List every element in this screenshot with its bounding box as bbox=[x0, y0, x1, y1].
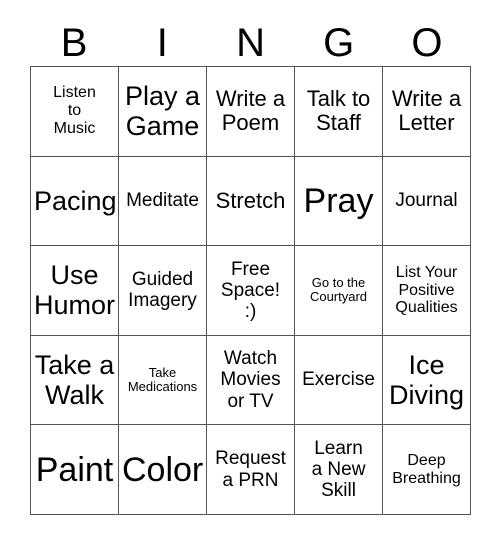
bingo-cell-label: Meditate bbox=[126, 190, 199, 212]
header-letter-g: G bbox=[323, 21, 355, 65]
bingo-cell[interactable]: Color bbox=[119, 425, 207, 515]
bingo-cell[interactable]: Play a Game bbox=[119, 67, 207, 157]
bingo-cell-label: Request a PRN bbox=[215, 448, 286, 491]
bingo-cell-free-space[interactable]: Free Space! :) bbox=[207, 246, 295, 336]
bingo-cell[interactable]: Ice Diving bbox=[383, 335, 471, 426]
bingo-cell[interactable]: Deep Breathing bbox=[383, 425, 471, 515]
bingo-cell-label: List Your Positive Qualities bbox=[395, 263, 458, 317]
bingo-cell-label: Pray bbox=[303, 181, 374, 220]
bingo-cell-label: Write a Poem bbox=[215, 85, 286, 136]
bingo-cell[interactable]: Use Humor bbox=[31, 246, 119, 336]
bingo-card: B I N G O Listen to Music Play a Game Wr… bbox=[0, 0, 500, 544]
bingo-cell-label: Guided Imagery bbox=[128, 269, 197, 312]
bingo-cell[interactable]: Pacing bbox=[31, 156, 119, 247]
bingo-cell[interactable]: Write a Poem bbox=[207, 67, 295, 157]
bingo-cell-label: Ice Diving bbox=[388, 349, 465, 411]
bingo-cell[interactable]: Talk to Staff bbox=[295, 67, 383, 157]
bingo-cell-label: Paint bbox=[35, 450, 114, 489]
bingo-cell-label: Deep Breathing bbox=[392, 451, 461, 487]
bingo-cell[interactable]: Paint bbox=[31, 425, 119, 515]
bingo-cell-label: Journal bbox=[395, 190, 458, 212]
bingo-cell[interactable]: Request a PRN bbox=[207, 425, 295, 515]
bingo-cell-label: Exercise bbox=[302, 369, 375, 391]
header-letter-n: N bbox=[236, 21, 265, 65]
header-letter-o: O bbox=[411, 21, 443, 65]
bingo-cell[interactable]: Stretch bbox=[207, 156, 295, 247]
bingo-cell-label: Listen to Music bbox=[53, 84, 96, 138]
bingo-cell[interactable]: Pray bbox=[295, 156, 383, 247]
bingo-header-row: B I N G O bbox=[30, 20, 471, 66]
bingo-grid: Listen to Music Play a Game Write a Poem… bbox=[30, 66, 471, 515]
bingo-cell-label: Write a Letter bbox=[391, 85, 462, 136]
bingo-cell-label: Pacing bbox=[34, 185, 117, 216]
bingo-cell-label: Go to the Courtyard bbox=[309, 274, 368, 305]
bingo-cell[interactable]: Take Medications bbox=[119, 335, 207, 426]
header-letter-i: I bbox=[156, 21, 168, 65]
bingo-cell-label: Watch Movies or TV bbox=[220, 348, 281, 412]
bingo-cell-label: Stretch bbox=[215, 187, 286, 213]
bingo-cell[interactable]: Watch Movies or TV bbox=[207, 335, 295, 426]
bingo-cell[interactable]: Write a Letter bbox=[383, 67, 471, 157]
bingo-cell-label: Free Space! :) bbox=[220, 258, 281, 323]
bingo-cell-label: Learn a New Skill bbox=[311, 437, 366, 502]
bingo-cell-label: Color bbox=[122, 450, 204, 489]
header-letter-b: B bbox=[60, 21, 88, 65]
bingo-cell-label: Play a Game bbox=[124, 81, 201, 142]
bingo-cell[interactable]: Meditate bbox=[119, 156, 207, 247]
bingo-cell[interactable]: Take a Walk bbox=[31, 335, 119, 426]
bingo-cell[interactable]: Learn a New Skill bbox=[295, 425, 383, 515]
bingo-cell[interactable]: List Your Positive Qualities bbox=[383, 246, 471, 336]
bingo-cell[interactable]: Go to the Courtyard bbox=[295, 246, 383, 336]
bingo-cell-label: Take Medications bbox=[127, 364, 198, 395]
bingo-cell[interactable]: Listen to Music bbox=[31, 67, 119, 157]
bingo-cell[interactable]: Exercise bbox=[295, 335, 383, 426]
bingo-cell[interactable]: Journal bbox=[383, 156, 471, 247]
bingo-cell-label: Take a Walk bbox=[34, 349, 115, 411]
bingo-cell-label: Use Humor bbox=[34, 260, 116, 321]
bingo-cell[interactable]: Guided Imagery bbox=[119, 246, 207, 336]
bingo-cell-label: Talk to Staff bbox=[306, 85, 371, 136]
